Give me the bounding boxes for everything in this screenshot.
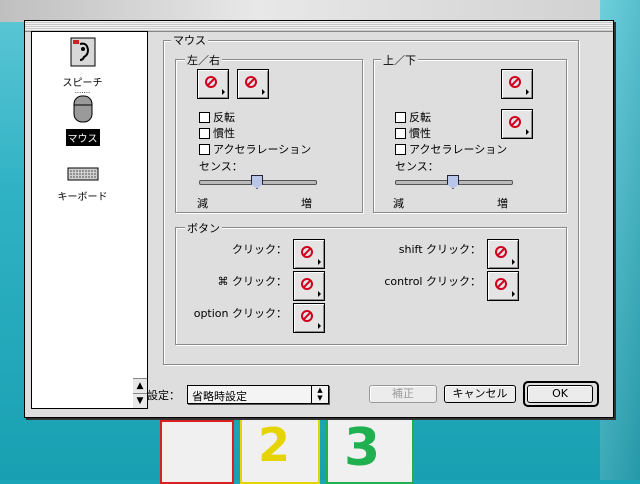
- left-action-button[interactable]: [197, 69, 229, 99]
- left-right-group-title: 左／右: [185, 52, 222, 68]
- control-click-action-button[interactable]: [487, 271, 519, 301]
- checkbox-label: 反転: [409, 111, 431, 124]
- checkbox-box[interactable]: [199, 127, 210, 139]
- keyboard-icon: [67, 167, 98, 181]
- toy-block-digit-2: 2: [258, 418, 291, 472]
- right-action-button[interactable]: [237, 69, 269, 99]
- checkbox-box[interactable]: [395, 143, 406, 155]
- toy-block-1: [160, 420, 234, 484]
- list-item-keyboard[interactable]: キーボード: [32, 166, 133, 204]
- ud-inertia-checkbox[interactable]: 慣性: [395, 125, 431, 141]
- mouse-group-title: マウス: [171, 32, 208, 48]
- ud-min-label: 減: [393, 197, 404, 210]
- lr-reverse-checkbox[interactable]: 反転: [199, 109, 235, 125]
- popup-triangle-icon: [512, 291, 515, 297]
- apply-button[interactable]: 補正: [369, 385, 437, 403]
- no-symbol-icon: [509, 76, 521, 88]
- popup-triangle-icon: [262, 89, 265, 95]
- ud-reverse-checkbox[interactable]: 反転: [395, 109, 431, 125]
- mouse-icon: [73, 95, 92, 123]
- popup-triangle-icon: [318, 291, 321, 297]
- no-symbol-icon: [301, 310, 313, 322]
- slider-thumb[interactable]: [447, 175, 459, 189]
- checkbox-label: 慣性: [409, 127, 431, 140]
- scroll-up-arrow-icon[interactable]: ▲: [133, 378, 147, 393]
- checkbox-label: アクセラレーション: [213, 143, 312, 156]
- lr-max-label: 増: [301, 197, 312, 210]
- settings-label: 設定：: [147, 389, 180, 402]
- no-symbol-icon: [301, 278, 313, 290]
- settings-popup[interactable]: 省略時設定 ▲ ▼: [187, 385, 329, 404]
- list-item-speech[interactable]: スピーチ: [32, 36, 133, 90]
- checkbox-label: 慣性: [213, 127, 235, 140]
- desktop-top-band: [0, 0, 640, 22]
- toy-block-digit-3: 3: [344, 418, 381, 478]
- list-item-label: マウス: [65, 129, 100, 146]
- control-click-label: control クリック：: [384, 275, 481, 288]
- scroll-down-arrow-icon[interactable]: ▼: [133, 393, 147, 408]
- click-label: クリック：: [232, 243, 287, 256]
- buttons-group-title: ボタン: [185, 220, 222, 236]
- checkbox-box[interactable]: [395, 127, 406, 139]
- lr-sensitivity-slider[interactable]: [199, 175, 317, 189]
- option-click-action-button[interactable]: [293, 303, 325, 333]
- no-symbol-icon: [495, 246, 507, 258]
- cmd-click-label: ⌘ クリック：: [217, 275, 288, 288]
- ud-sensitivity-slider[interactable]: [395, 175, 513, 189]
- popup-triangle-icon: [512, 259, 515, 265]
- up-action-button[interactable]: [501, 69, 533, 99]
- list-item-label: キーボード: [57, 192, 108, 203]
- scrollbar-track[interactable]: [134, 33, 146, 373]
- no-symbol-icon: [245, 76, 257, 88]
- shift-click-action-button[interactable]: [487, 239, 519, 269]
- lr-inertia-checkbox[interactable]: 慣性: [199, 125, 235, 141]
- ud-max-label: 増: [497, 197, 508, 210]
- no-symbol-icon: [205, 76, 217, 88]
- cmd-click-action-button[interactable]: [293, 271, 325, 301]
- speech-ear-icon: [70, 37, 95, 67]
- no-symbol-icon: [509, 116, 521, 128]
- checkbox-box[interactable]: [199, 111, 210, 123]
- popup-triangle-icon: [318, 323, 321, 329]
- mouse-settings-dialog: スピーチ ....... マウス キーボード ▲ ▼ マウス 左／右 反転 慣性: [24, 20, 614, 418]
- panel-list-scrollbar[interactable]: ▲ ▼: [133, 31, 148, 409]
- slider-thumb[interactable]: [251, 175, 263, 189]
- lr-acceleration-checkbox[interactable]: アクセラレーション: [199, 141, 311, 157]
- popup-triangle-icon: [526, 89, 529, 95]
- checkbox-label: 反転: [213, 111, 235, 124]
- popup-triangle-icon: [318, 259, 321, 265]
- no-symbol-icon: [495, 278, 507, 290]
- cancel-button[interactable]: キャンセル: [444, 385, 516, 403]
- option-click-label: option クリック：: [193, 307, 287, 320]
- checkbox-box[interactable]: [199, 143, 210, 155]
- popup-triangle-icon: [526, 129, 529, 135]
- shift-click-label: shift クリック：: [398, 243, 481, 256]
- lr-min-label: 減: [197, 197, 208, 210]
- lr-sense-label: センス：: [199, 160, 243, 173]
- checkbox-label: アクセラレーション: [409, 143, 508, 156]
- no-symbol-icon: [301, 246, 313, 258]
- ud-sense-label: センス：: [395, 160, 439, 173]
- click-action-button[interactable]: [293, 239, 325, 269]
- settings-popup-value: 省略時設定: [192, 390, 247, 403]
- panel-list[interactable]: スピーチ ....... マウス キーボード: [31, 31, 134, 409]
- down-action-button[interactable]: [501, 109, 533, 139]
- up-down-group-title: 上／下: [381, 52, 418, 68]
- popup-triangle-icon: [222, 89, 225, 95]
- ud-acceleration-checkbox[interactable]: アクセラレーション: [395, 141, 507, 157]
- list-item-mouse[interactable]: ....... マウス: [32, 88, 133, 146]
- popup-updown-arrows-icon: ▲ ▼: [311, 386, 328, 403]
- checkbox-box[interactable]: [395, 111, 406, 123]
- ok-button[interactable]: OK: [527, 385, 593, 403]
